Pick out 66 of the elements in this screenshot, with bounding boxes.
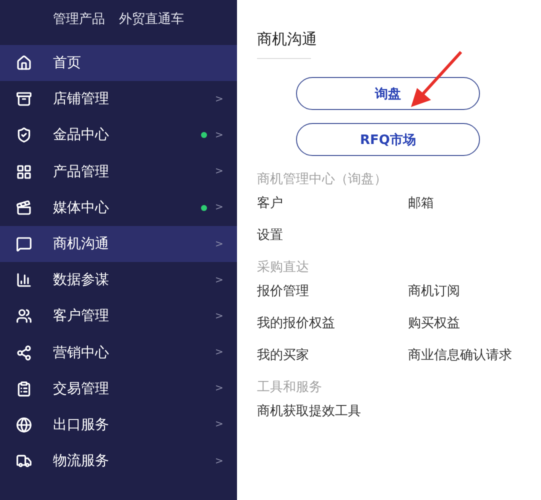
sidebar-label: 金品中心 — [53, 126, 110, 144]
sidebar-item[interactable]: 媒体中心 > — [0, 190, 237, 226]
menu-link[interactable]: 商业信息确认请求 — [408, 346, 541, 364]
sidebar-label: 营销中心 — [53, 344, 110, 362]
sidebar-item[interactable]: 首页 — [0, 45, 237, 82]
chevron-text: > — [215, 310, 224, 322]
truck-icon — [16, 453, 32, 470]
chevron-text: > — [215, 456, 224, 467]
sidebar-label: 媒体中心 — [53, 198, 110, 217]
sidebar-item[interactable]: 交易管理 > — [0, 370, 237, 407]
menu-link[interactable]: 客户 — [257, 194, 408, 212]
chevron-text: > — [215, 166, 224, 178]
sidebar-label: 客户管理 — [53, 307, 110, 326]
sidebar-label: 出口服务 — [53, 416, 110, 434]
sidebar-item[interactable]: 产品管理 > — [0, 154, 237, 190]
chevron-text: > — [215, 238, 224, 250]
share-icon — [16, 344, 32, 361]
sidebar-item[interactable]: 营销中心 > — [0, 334, 237, 371]
menu-button[interactable]: 询盘 — [296, 77, 480, 110]
section-heading: 采购直达 — [257, 259, 310, 276]
menu-link[interactable]: 设置 — [257, 226, 408, 244]
sidebar-label: 物流服务 — [53, 452, 110, 470]
sidebar-item[interactable]: 店铺管理 > — [0, 81, 237, 118]
section-heading: 商机管理中心（询盘） — [257, 171, 388, 188]
menu-link[interactable]: 邮箱 — [408, 194, 541, 212]
menu-link[interactable]: 我的报价权益 — [257, 314, 408, 332]
menu-link[interactable]: 商机订阅 — [408, 282, 541, 300]
clapperboard-icon — [16, 200, 32, 216]
sidebar-item[interactable]: 金品中心 > — [0, 117, 237, 154]
users-icon — [16, 308, 32, 324]
section-heading: 工具和服务 — [257, 379, 323, 396]
sidebar-label: 产品管理 — [53, 162, 110, 181]
panel-title: 商机沟通 — [257, 30, 318, 50]
menu-link[interactable]: 购买权益 — [408, 314, 541, 332]
sidebar-label: 商机沟通 — [53, 235, 110, 254]
chevron-text: > — [215, 347, 224, 358]
sidebar-label: 交易管理 — [53, 380, 110, 398]
menu-button[interactable]: RFQ市场 — [296, 123, 480, 156]
quick-link[interactable]: 管理产品 — [53, 10, 105, 45]
sidebar-label: 店铺管理 — [53, 90, 110, 108]
quick-link[interactable]: 外贸直通车 — [119, 10, 184, 45]
sidebar-item[interactable]: 数据参谋 > — [0, 262, 237, 298]
chevron-text: > — [215, 130, 224, 141]
pointer-arrow-drawing — [411, 51, 462, 107]
chevron-text: > — [215, 419, 224, 430]
clipboard-icon — [16, 380, 32, 397]
chevron-text: > — [215, 383, 224, 394]
sidebar-item[interactable]: 物流服务 > — [0, 443, 237, 480]
menu-link[interactable]: 我的买家 — [257, 346, 408, 364]
box-icon — [16, 91, 32, 108]
sidebar-label: 数据参谋 — [53, 271, 110, 290]
chevron-text: > — [215, 202, 224, 214]
menu-link[interactable]: 报价管理 — [257, 282, 408, 300]
chat-icon — [16, 236, 32, 252]
sidebar-item[interactable]: 商机沟通 > — [0, 226, 237, 262]
sidebar-label: 首页 — [53, 54, 82, 72]
menu-link[interactable]: 商机获取提效工具 — [257, 402, 408, 420]
chevron-text: > — [215, 274, 224, 286]
grid-icon — [16, 164, 32, 180]
bar-chart-icon — [16, 272, 32, 288]
sidebar-item[interactable]: 出口服务 > — [0, 406, 237, 444]
shield-icon — [16, 127, 32, 144]
home-icon — [16, 55, 32, 72]
chevron-text: > — [215, 94, 224, 105]
globe-icon — [16, 416, 32, 433]
sidebar-item[interactable]: 客户管理 > — [0, 298, 237, 334]
